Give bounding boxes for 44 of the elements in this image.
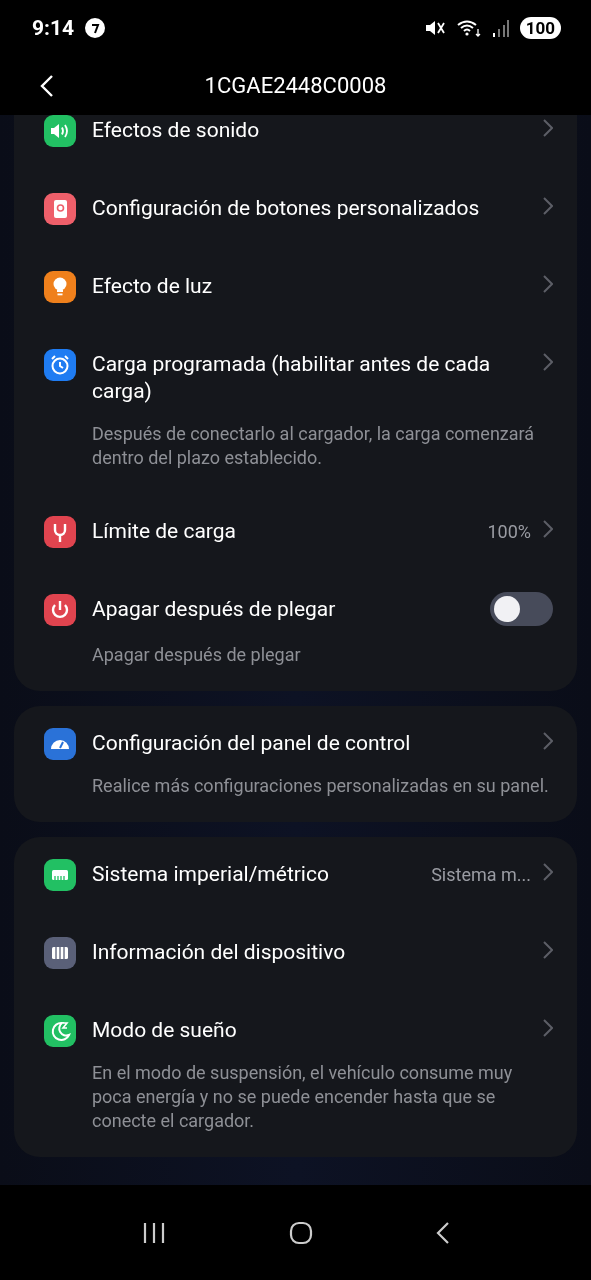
settings-row[interactable]: Modo de sueño En el modo de suspensión, el vehículo consume muy poca energía y no se puede encender hasta que se conecte el cargador.: [14, 993, 577, 1157]
settings-row[interactable]: Límite de carga 100%: [14, 494, 577, 572]
chevron-icon: [543, 863, 553, 881]
chevron-icon: [543, 732, 553, 750]
setting-title: Efectos de sonido: [92, 117, 261, 144]
chevron-icon: [543, 941, 553, 959]
setting-title: Carga programada (habilitar antes de cada carga): [92, 351, 492, 405]
setting-title: Modo de sueño: [92, 1017, 238, 1044]
chevron-icon: [543, 520, 553, 538]
setting-value: 100%: [487, 520, 531, 544]
setting-title: Información del dispositivo: [92, 939, 347, 966]
setting-title: Efecto de luz: [92, 273, 214, 300]
home-button[interactable]: [288, 1220, 313, 1245]
settings-row[interactable]: Información del dispositivo: [14, 915, 577, 993]
app-notification-icon: [84, 17, 107, 39]
chevron-icon: [543, 275, 553, 293]
setting-value: Sistema m...: [431, 863, 531, 887]
settings-row[interactable]: Efectos de sonido: [14, 115, 577, 171]
toggle-switch[interactable]: [490, 592, 553, 626]
setting-title: Límite de carga: [92, 518, 237, 545]
settings-row[interactable]: Configuración de botones personalizados: [14, 171, 577, 249]
battery-level: 100: [519, 17, 561, 39]
recent-apps-button[interactable]: [141, 1221, 166, 1244]
status-time: 9:14: [32, 16, 75, 40]
chevron-icon: [543, 119, 553, 137]
settings-row[interactable]: Sistema imperial/métrico Sistema m...: [14, 837, 577, 915]
signal-icon: [491, 18, 510, 38]
back-nav-button[interactable]: [435, 1220, 450, 1245]
settings-row[interactable]: Configuración del panel de control Realice más configuraciones personalizadas en su panel.: [14, 706, 577, 822]
settings-row[interactable]: Efecto de luz: [14, 249, 577, 327]
setting-title: Sistema imperial/métrico: [92, 861, 330, 888]
setting-description: Después de conectarlo al cargador, la carga comenzará dentro del plazo establecido.: [92, 422, 536, 470]
setting-description: Realice más configuraciones personalizadas en su panel.: [92, 774, 550, 798]
chevron-icon: [543, 1019, 553, 1037]
setting-description: En el modo de suspensión, el vehículo consume muy poca energía y no se puede encender hasta que se conecte el cargador.: [92, 1061, 514, 1133]
setting-title: Configuración de botones personalizados: [92, 195, 481, 222]
page-title: 1CGAE2448C0008: [204, 73, 387, 98]
settings-row[interactable]: Apagar después de plegar Apagar después de plegar: [14, 572, 577, 691]
chevron-icon: [543, 353, 553, 371]
chevron-icon: [543, 197, 553, 215]
setting-title: Configuración del panel de control: [92, 730, 412, 757]
settings-row[interactable]: Carga programada (habilitar antes de cada carga) Después de conectarlo al cargador, la carga comenzará dentro del plazo establecido.: [14, 327, 577, 494]
setting-description: Apagar después de plegar: [92, 643, 302, 667]
setting-title: Apagar después de plegar: [92, 596, 337, 623]
